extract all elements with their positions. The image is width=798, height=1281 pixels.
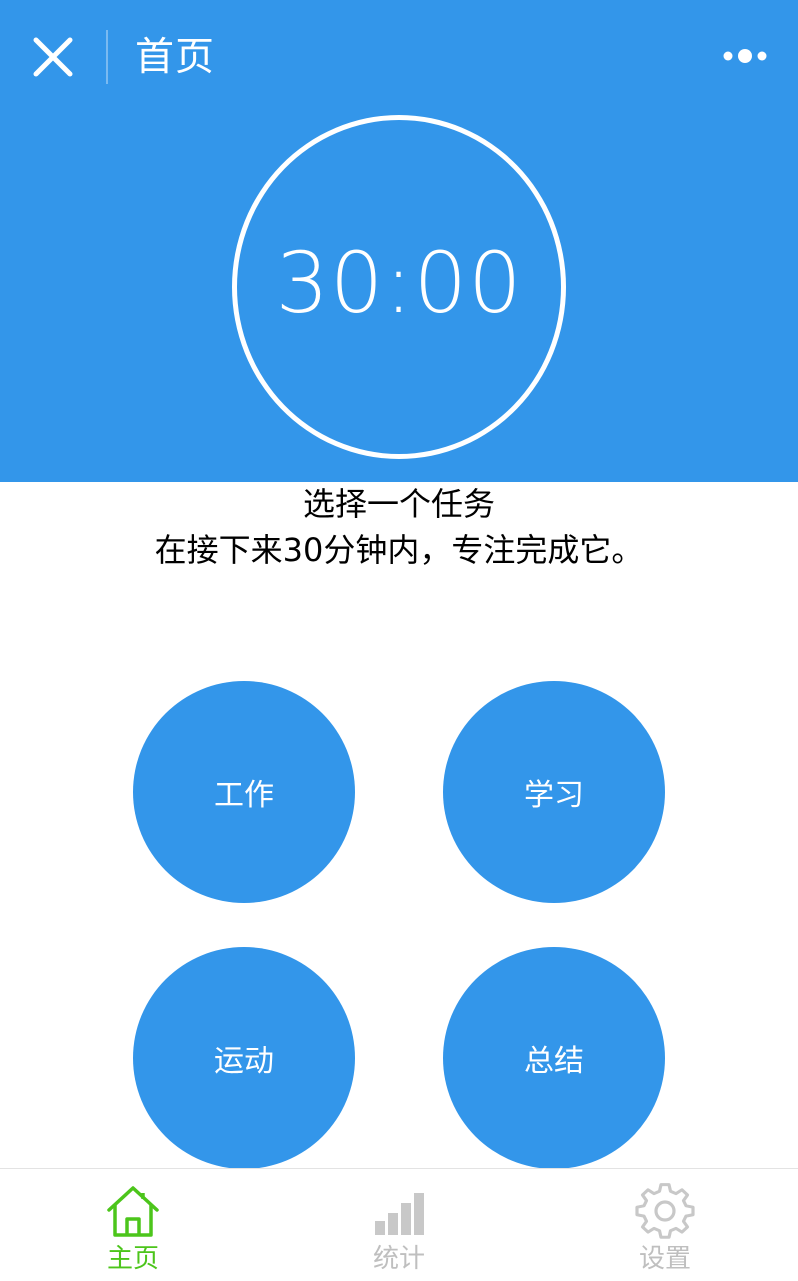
header-divider xyxy=(106,30,108,84)
task-summary-button[interactable]: 总结 xyxy=(443,947,665,1169)
close-button[interactable] xyxy=(30,34,76,80)
bar-chart-icon xyxy=(375,1193,424,1235)
task-label: 总结 xyxy=(524,1044,584,1079)
instruction-subtitle: 在接下来30分钟内，专注完成它。 xyxy=(154,531,644,569)
tab-stats-label: 统计 xyxy=(372,1244,425,1274)
tab-settings[interactable]: 设置 xyxy=(575,1169,755,1281)
task-study-button[interactable]: 学习 xyxy=(443,681,665,903)
more-dots-icon xyxy=(723,49,767,63)
instruction-title: 选择一个任务 xyxy=(302,485,495,523)
more-button[interactable] xyxy=(722,44,768,68)
tab-stats[interactable]: 统计 xyxy=(309,1169,489,1281)
home-icon xyxy=(107,1186,159,1237)
task-sport-button[interactable]: 运动 xyxy=(133,947,355,1169)
tab-bar: 主页 统计 设置 xyxy=(0,1168,798,1280)
task-label: 工作 xyxy=(214,778,274,813)
tab-settings-label: 设置 xyxy=(638,1244,691,1274)
header-area: 首页 30:00 xyxy=(0,0,798,482)
timer-display: 30:00 xyxy=(275,234,523,332)
task-work-button[interactable]: 工作 xyxy=(133,681,355,903)
close-icon xyxy=(33,37,73,77)
tab-home-label: 主页 xyxy=(106,1244,159,1274)
gear-icon xyxy=(635,1183,695,1239)
task-label: 运动 xyxy=(214,1044,274,1079)
page-title: 首页 xyxy=(135,35,216,80)
task-label: 学习 xyxy=(524,778,584,813)
tab-home[interactable]: 主页 xyxy=(43,1169,223,1281)
